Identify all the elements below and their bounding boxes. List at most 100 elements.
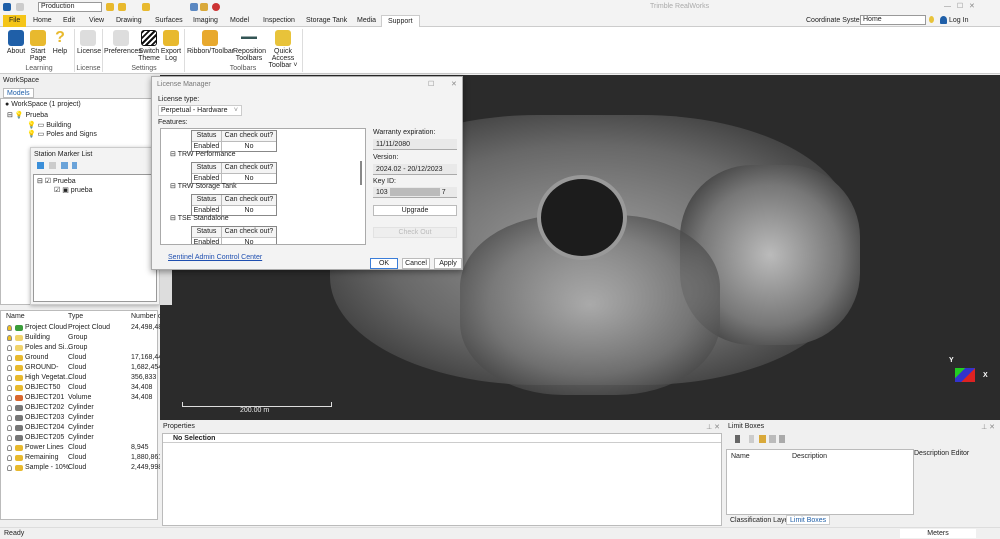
layer-row[interactable]: Building Group <box>1 333 157 343</box>
reposition-toolbars-button[interactable]: Reposition Toolbars <box>233 30 266 62</box>
layer-row[interactable]: High Vegetat... Cloud 356,833 <box>1 373 157 383</box>
col-type[interactable]: Type <box>68 311 83 323</box>
tree-workspace[interactable]: ● WorkSpace (1 project) <box>5 101 81 108</box>
tab-file[interactable]: File <box>3 15 27 27</box>
tab-view[interactable]: View <box>83 15 110 27</box>
layer-row[interactable]: OBJECT50 Cloud 34,408 <box>1 383 157 393</box>
check-out-button[interactable]: Check Out <box>373 227 457 238</box>
bulb-icon[interactable] <box>929 16 934 23</box>
visibility-bulb-icon[interactable] <box>7 325 12 331</box>
tab-media[interactable]: Media <box>351 15 382 27</box>
tab-storage-tank[interactable]: Storage Tank <box>300 15 353 27</box>
save-icon[interactable] <box>118 3 126 11</box>
switch-theme-button[interactable]: Switch Theme <box>138 30 160 62</box>
ok-button[interactable]: OK <box>370 258 398 269</box>
visibility-bulb-icon[interactable] <box>7 405 12 411</box>
project-combo[interactable]: Production <box>38 2 102 12</box>
tab-surfaces[interactable]: Surfaces <box>149 15 189 27</box>
license-button[interactable]: License <box>77 30 101 55</box>
col-name[interactable]: Name <box>6 311 25 323</box>
tab-home[interactable]: Home <box>27 15 58 27</box>
app-logo-icon[interactable] <box>3 3 11 11</box>
visibility-bulb-icon[interactable] <box>7 375 12 381</box>
layer-row[interactable]: OBJECT202 Cylinder <box>1 403 157 413</box>
layer-row[interactable]: Remaining Cloud 1,880,861 <box>1 453 162 463</box>
col-name[interactable]: Name <box>731 453 750 460</box>
layer-row[interactable]: OBJECT203 Cylinder <box>1 413 157 423</box>
layer-row[interactable]: Project Cloud Project Cloud 24,498,483 <box>1 323 166 333</box>
layer-row[interactable]: OBJECT201 Volume 34,408 <box>1 393 157 403</box>
measure-icon[interactable] <box>200 3 208 11</box>
features-list[interactable]: Status Can check out? Enabled No ⊟ TRW Perfo… <box>160 128 366 245</box>
col-description[interactable]: Description <box>792 453 827 460</box>
visibility-bulb-icon[interactable] <box>7 435 12 441</box>
feature-name[interactable]: ⊟ TRW Storage Tank <box>170 182 237 190</box>
help-button[interactable]: ? Help <box>51 30 69 56</box>
layer-row[interactable]: GROUND- Cloud 1,682,454 <box>1 363 162 373</box>
export-log-button[interactable]: Export Log <box>160 30 182 62</box>
tree-poles-signs[interactable]: 💡 ▭ Poles and Signs <box>27 130 97 138</box>
feature-name[interactable]: ⊟ TRW Performance <box>170 150 236 158</box>
limit-box-toolbar-icons[interactable] <box>735 435 795 443</box>
license-type-select[interactable]: Perpetual - Hardware ˅ <box>158 105 242 116</box>
layer-row[interactable]: OBJECT204 Cylinder <box>1 423 157 433</box>
visibility-bulb-icon[interactable] <box>7 445 12 451</box>
tab-model[interactable]: Model <box>224 15 255 27</box>
features-scrollbar[interactable] <box>360 161 362 185</box>
panel-pin-close-icons[interactable]: ⊥ ✕ <box>706 423 720 431</box>
filter-icon[interactable] <box>190 3 198 11</box>
tab-inspection[interactable]: Inspection <box>257 15 301 27</box>
layer-row[interactable]: Poles and Si... Group <box>1 343 157 353</box>
visibility-bulb-icon[interactable] <box>7 465 12 471</box>
tab-imaging[interactable]: Imaging <box>187 15 224 27</box>
close-icon[interactable]: ✕ <box>451 80 457 88</box>
sentinel-admin-link[interactable]: Sentinel Admin Control Center <box>168 254 262 261</box>
layer-row[interactable]: OBJECT205 Cylinder <box>1 433 157 443</box>
visibility-bulb-icon[interactable] <box>7 335 12 341</box>
visibility-bulb-icon[interactable] <box>7 425 12 431</box>
folder-icon[interactable] <box>142 3 150 11</box>
tab-limit-boxes[interactable]: Limit Boxes <box>786 515 831 525</box>
layer-row[interactable]: Sample - 10% Cloud 2,449,998 <box>1 463 162 473</box>
visibility-bulb-icon[interactable] <box>7 345 12 351</box>
feature-name[interactable]: ⊟ TSE Standalone <box>170 214 229 222</box>
panel-pin-close-icons[interactable]: ⊥ ✕ <box>981 423 995 431</box>
tree-building[interactable]: 💡 ▭ Building <box>27 121 71 129</box>
apply-button[interactable]: Apply <box>434 258 462 269</box>
marker-toolbar-icons[interactable] <box>37 162 77 169</box>
col-number[interactable]: Number o <box>131 311 162 323</box>
open-icon[interactable] <box>106 3 114 11</box>
maximize-icon[interactable]: ☐ <box>428 80 434 88</box>
tree-project[interactable]: ⊟ 💡 Prueba <box>7 111 48 119</box>
marker-tree-root[interactable]: ⊟ ☑ Prueba <box>37 177 76 185</box>
layer-type: Group <box>68 344 88 351</box>
visibility-bulb-icon[interactable] <box>7 355 12 361</box>
units-display[interactable]: Meters <box>900 529 976 538</box>
quick-access-toolbar-button[interactable]: Quick Access Toolbar ˅ <box>265 30 301 69</box>
tab-edit[interactable]: Edit <box>57 15 81 27</box>
start-page-button[interactable]: Start Page <box>29 30 47 62</box>
layer-row[interactable]: Power Lines Cloud 8,945 <box>1 443 157 453</box>
layer-row[interactable]: Ground Cloud 17,168,446 <box>1 353 166 363</box>
visibility-bulb-icon[interactable] <box>7 455 12 461</box>
coordinate-system-select[interactable]: Home <box>860 15 926 25</box>
axis-gizmo-icon[interactable] <box>955 368 975 382</box>
tab-models[interactable]: Models <box>3 88 34 98</box>
preferences-button[interactable]: Preferences <box>104 30 142 55</box>
tab-drawing[interactable]: Drawing <box>110 15 148 27</box>
login-button[interactable]: Log In <box>949 17 968 24</box>
visibility-bulb-icon[interactable] <box>7 385 12 391</box>
visibility-bulb-icon[interactable] <box>7 365 12 371</box>
record-icon[interactable] <box>212 3 220 11</box>
marker-tree-child[interactable]: ☑ ▣ prueba <box>54 186 93 194</box>
visibility-bulb-icon[interactable] <box>7 395 12 401</box>
export-log-label: Export Log <box>160 48 182 62</box>
visibility-bulb-icon[interactable] <box>7 415 12 421</box>
tab-support[interactable]: Support <box>381 15 420 27</box>
window-controls[interactable]: — ☐ ✕ <box>944 2 975 10</box>
upgrade-button[interactable]: Upgrade <box>373 205 457 216</box>
ribbon-toolbar-button[interactable]: Ribbon/Toolbar <box>187 30 234 55</box>
about-button[interactable]: About <box>6 30 26 55</box>
undo-icon[interactable] <box>16 3 24 11</box>
cancel-button[interactable]: Cancel <box>402 258 430 269</box>
